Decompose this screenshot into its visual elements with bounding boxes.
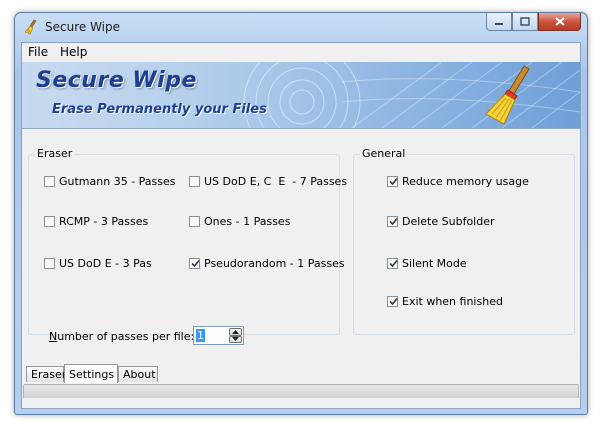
broom-icon: [24, 19, 37, 35]
checkbox-reduce-memory[interactable]: Reduce memory usage: [387, 175, 529, 188]
checkbox-label: Exit when finished: [402, 295, 503, 308]
checkbox-label: Delete Subfolder: [402, 215, 495, 228]
tab-settings[interactable]: Settings: [64, 364, 118, 383]
tab-about[interactable]: About: [118, 366, 158, 382]
checkbox-box[interactable]: [387, 258, 398, 269]
passes-label-mnemonic: N: [49, 330, 58, 343]
minimize-button[interactable]: [486, 13, 512, 31]
checkbox-label: Reduce memory usage: [402, 175, 529, 188]
menu-bar: File Help: [22, 43, 580, 62]
checkmark-icon: [389, 217, 398, 226]
checkmark-icon: [191, 259, 200, 268]
checkbox-pseudorandom[interactable]: Pseudorandom - 1 Passes: [189, 257, 345, 270]
progress-bar: [23, 384, 579, 399]
menu-file[interactable]: File: [28, 45, 48, 59]
banner-title: Secure Wipe: [36, 68, 197, 93]
checkmark-icon: [389, 177, 398, 186]
checkbox-label: US DoD E - 3 Pas: [59, 257, 152, 270]
maximize-icon: [520, 17, 530, 26]
checkbox-box[interactable]: [189, 176, 200, 187]
app-window: Secure Wipe File Help Secure Wipe Erase …: [14, 12, 588, 415]
general-group-label: General: [360, 147, 408, 160]
checkmark-icon: [389, 297, 398, 306]
general-group: General Reduce memory usage Delete Subfo…: [353, 147, 575, 335]
checkbox-us-dod-e[interactable]: US DoD E - 3 Pas: [44, 257, 152, 270]
checkbox-label: RCMP - 3 Passes: [59, 215, 149, 228]
checkbox-label: US DoD E, C E - 7 Passes: [204, 175, 348, 188]
eraser-group: Eraser Gutmann 35 - Passes US DoD E, C E…: [28, 147, 347, 345]
caption-buttons: [486, 13, 581, 32]
checkbox-exit-when-finished[interactable]: Exit when finished: [387, 295, 503, 308]
passes-label-text: umber of passes per file:: [57, 330, 195, 343]
checkbox-delete-subfolder[interactable]: Delete Subfolder: [387, 215, 495, 228]
close-button[interactable]: [538, 13, 581, 31]
passes-spinner[interactable]: 1: [193, 326, 244, 345]
maximize-button[interactable]: [512, 13, 538, 31]
checkbox-label: Ones - 1 Passes: [204, 215, 291, 228]
checkmark-icon: [389, 259, 398, 268]
checkbox-box[interactable]: [387, 216, 398, 227]
minimize-icon: [495, 22, 503, 25]
banner-subtitle: Erase Permanently your Files: [52, 102, 267, 117]
checkbox-label: Silent Mode: [402, 257, 467, 270]
broom-icon: [485, 65, 530, 125]
checkbox-ones[interactable]: Ones - 1 Passes: [189, 215, 290, 228]
passes-label: Number of passes per file:: [49, 330, 194, 343]
tab-eraser[interactable]: Eraser: [26, 366, 66, 382]
checkbox-box[interactable]: [387, 176, 398, 187]
close-icon: [554, 17, 565, 26]
checkbox-us-dod-ece[interactable]: US DoD E, C E - 7 Passes: [189, 175, 347, 188]
checkbox-rcmp[interactable]: RCMP - 3 Passes: [44, 215, 148, 228]
spin-down-button[interactable]: [229, 335, 242, 343]
menu-help[interactable]: Help: [60, 45, 87, 59]
checkbox-box[interactable]: [44, 258, 55, 269]
window-title: Secure Wipe: [45, 20, 121, 34]
arrow-up-icon: [232, 329, 239, 334]
status-bar: [22, 398, 580, 408]
title-bar[interactable]: Secure Wipe: [15, 13, 587, 43]
checkbox-box[interactable]: [189, 216, 200, 227]
eraser-group-label: Eraser: [35, 147, 75, 160]
arrow-down-icon: [232, 337, 239, 342]
checkbox-box[interactable]: [44, 176, 55, 187]
spin-up-button[interactable]: [229, 328, 242, 336]
client-area: File Help Secure Wipe Erase Permanently …: [21, 42, 581, 409]
checkbox-label: Gutmann 35 - Passes: [59, 175, 176, 188]
checkbox-box[interactable]: [387, 296, 398, 307]
spinner-buttons: [229, 328, 242, 343]
banner: Secure Wipe Erase Permanently your Files: [22, 62, 580, 129]
checkbox-silent-mode[interactable]: Silent Mode: [387, 257, 467, 270]
checkbox-box[interactable]: [189, 258, 200, 269]
checkbox-box[interactable]: [44, 216, 55, 227]
passes-input[interactable]: 1: [196, 329, 205, 342]
checkbox-label: Pseudorandom - 1 Passes: [204, 257, 345, 270]
checkbox-gutmann[interactable]: Gutmann 35 - Passes: [44, 175, 176, 188]
